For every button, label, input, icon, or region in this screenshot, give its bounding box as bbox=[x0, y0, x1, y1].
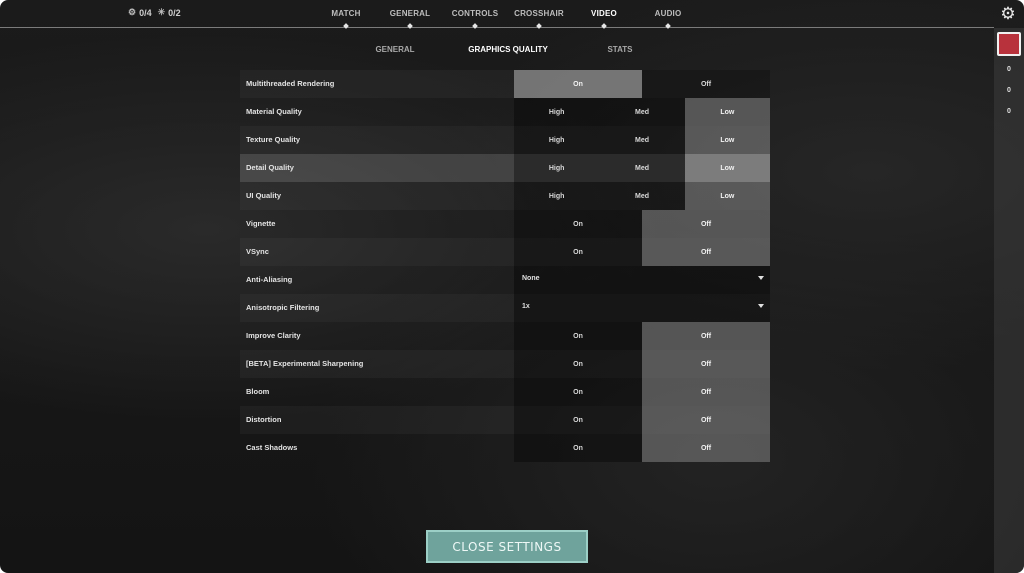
settings-list: Multithreaded Rendering On Off Material Qua… bbox=[240, 70, 770, 462]
chevron-down-icon bbox=[758, 276, 764, 280]
option-off[interactable]: Off bbox=[642, 322, 770, 350]
option-group: On Off bbox=[514, 70, 770, 98]
option-med[interactable]: Med bbox=[599, 154, 685, 182]
dropdown-value: None bbox=[522, 275, 540, 282]
tab-video-label: VIDEO bbox=[591, 9, 617, 18]
option-low[interactable]: Low bbox=[684, 126, 770, 154]
setting-label: Material Quality bbox=[246, 107, 302, 116]
setting-label: Anti-Aliasing bbox=[246, 275, 293, 284]
option-group: High Med Low bbox=[514, 182, 770, 210]
rail-count-3: 0 bbox=[1007, 108, 1011, 115]
option-off[interactable]: Off bbox=[642, 210, 770, 238]
setting-row: Anisotropic Filtering 1x bbox=[240, 294, 770, 322]
option-on[interactable]: On bbox=[514, 434, 642, 462]
close-settings-label: CLOSE SETTINGS bbox=[452, 539, 562, 554]
option-group: High Med Low bbox=[514, 98, 770, 126]
option-on[interactable]: On bbox=[514, 378, 642, 406]
close-settings-button[interactable]: CLOSE SETTINGS bbox=[426, 530, 588, 563]
option-low[interactable]: Low bbox=[684, 98, 770, 126]
setting-row: Texture Quality High Med Low bbox=[240, 126, 770, 154]
option-high[interactable]: High bbox=[514, 154, 600, 182]
setting-label: Distortion bbox=[246, 415, 282, 424]
setting-label: [BETA] Experimental Sharpening bbox=[246, 359, 364, 368]
option-on[interactable]: On bbox=[514, 70, 642, 98]
option-group: High Med Low bbox=[514, 126, 770, 154]
option-low[interactable]: Low bbox=[684, 154, 770, 182]
setting-row: Distortion On Off bbox=[240, 406, 770, 434]
setting-row: [BETA] Experimental Sharpening On Off bbox=[240, 350, 770, 378]
option-on[interactable]: On bbox=[514, 406, 642, 434]
option-group: On Off bbox=[514, 210, 770, 238]
setting-row: VSync On Off bbox=[240, 238, 770, 266]
chevron-down-icon bbox=[758, 304, 764, 308]
option-off[interactable]: Off bbox=[642, 350, 770, 378]
option-group: On Off bbox=[514, 434, 770, 462]
main-tabs: MATCH GENERAL CONTROLS CROSSHAIR VIDEO A… bbox=[0, 0, 994, 29]
option-med[interactable]: Med bbox=[599, 182, 685, 210]
setting-label: UI Quality bbox=[246, 191, 282, 200]
rail-count-1: 0 bbox=[1007, 66, 1011, 73]
option-off[interactable]: Off bbox=[642, 378, 770, 406]
setting-row: UI Quality High Med Low bbox=[240, 182, 770, 210]
tab-match-label: MATCH bbox=[331, 9, 361, 18]
setting-row: Anti-Aliasing None bbox=[240, 266, 770, 294]
setting-row: Cast Shadows On Off bbox=[240, 434, 770, 462]
setting-dropdown[interactable]: 1x bbox=[514, 294, 770, 322]
option-group: On Off bbox=[514, 238, 770, 266]
option-on[interactable]: On bbox=[514, 210, 642, 238]
option-med[interactable]: Med bbox=[599, 126, 685, 154]
rail-count-2: 0 bbox=[1007, 87, 1011, 94]
subtab-graphics-quality[interactable]: GRAPHICS QUALITY bbox=[458, 45, 558, 54]
option-group: High Med Low bbox=[514, 154, 770, 182]
subtab-stats[interactable]: STATS bbox=[570, 45, 670, 54]
option-on[interactable]: On bbox=[514, 322, 642, 350]
option-group: On Off bbox=[514, 406, 770, 434]
option-med[interactable]: Med bbox=[599, 98, 685, 126]
option-off[interactable]: Off bbox=[642, 434, 770, 462]
setting-label: Vignette bbox=[246, 219, 276, 228]
setting-label: Anisotropic Filtering bbox=[246, 303, 320, 312]
setting-label: Texture Quality bbox=[246, 135, 301, 144]
setting-label: Multithreaded Rendering bbox=[246, 79, 335, 88]
tab-audio-label: AUDIO bbox=[654, 9, 682, 18]
gear-icon[interactable]: ⚙ bbox=[999, 5, 1017, 23]
option-high[interactable]: High bbox=[514, 98, 600, 126]
tab-general-label: GENERAL bbox=[389, 9, 431, 18]
option-group: On Off bbox=[514, 322, 770, 350]
right-rail: 0 0 0 bbox=[994, 28, 1024, 573]
setting-label: Improve Clarity bbox=[246, 331, 301, 340]
option-group: On Off bbox=[514, 350, 770, 378]
setting-label: Bloom bbox=[246, 387, 270, 396]
option-high[interactable]: High bbox=[514, 126, 600, 154]
dropdown-value: 1x bbox=[522, 303, 530, 310]
tab-controls-label: CONTROLS bbox=[451, 9, 499, 18]
setting-label: VSync bbox=[246, 247, 269, 256]
setting-label: Detail Quality bbox=[246, 163, 294, 172]
settings-screen: ⚙ 0/4 ✳ 0/2 MATCH GENERAL CONTROLS CROSS… bbox=[0, 0, 1024, 573]
setting-row: Detail Quality High Med Low bbox=[240, 154, 770, 182]
option-high[interactable]: High bbox=[514, 182, 600, 210]
option-off[interactable]: Off bbox=[642, 406, 770, 434]
option-off[interactable]: Off bbox=[642, 238, 770, 266]
top-bar: ⚙ 0/4 ✳ 0/2 MATCH GENERAL CONTROLS CROSS… bbox=[0, 0, 1016, 29]
setting-row: Improve Clarity On Off bbox=[240, 322, 770, 350]
subtab-general[interactable]: GENERAL bbox=[345, 45, 445, 54]
tab-audio[interactable]: AUDIO bbox=[628, 9, 708, 29]
setting-row: Vignette On Off bbox=[240, 210, 770, 238]
tab-crosshair-label: CROSSHAIR bbox=[514, 9, 564, 18]
setting-row: Bloom On Off bbox=[240, 378, 770, 406]
setting-row: Material Quality High Med Low bbox=[240, 98, 770, 126]
option-on[interactable]: On bbox=[514, 238, 642, 266]
setting-dropdown[interactable]: None bbox=[514, 266, 770, 294]
setting-label: Cast Shadows bbox=[246, 443, 298, 452]
game-logo-icon bbox=[997, 32, 1021, 56]
option-group: On Off bbox=[514, 378, 770, 406]
option-off[interactable]: Off bbox=[642, 70, 770, 98]
setting-row: Multithreaded Rendering On Off bbox=[240, 70, 770, 98]
option-on[interactable]: On bbox=[514, 350, 642, 378]
option-low[interactable]: Low bbox=[684, 182, 770, 210]
